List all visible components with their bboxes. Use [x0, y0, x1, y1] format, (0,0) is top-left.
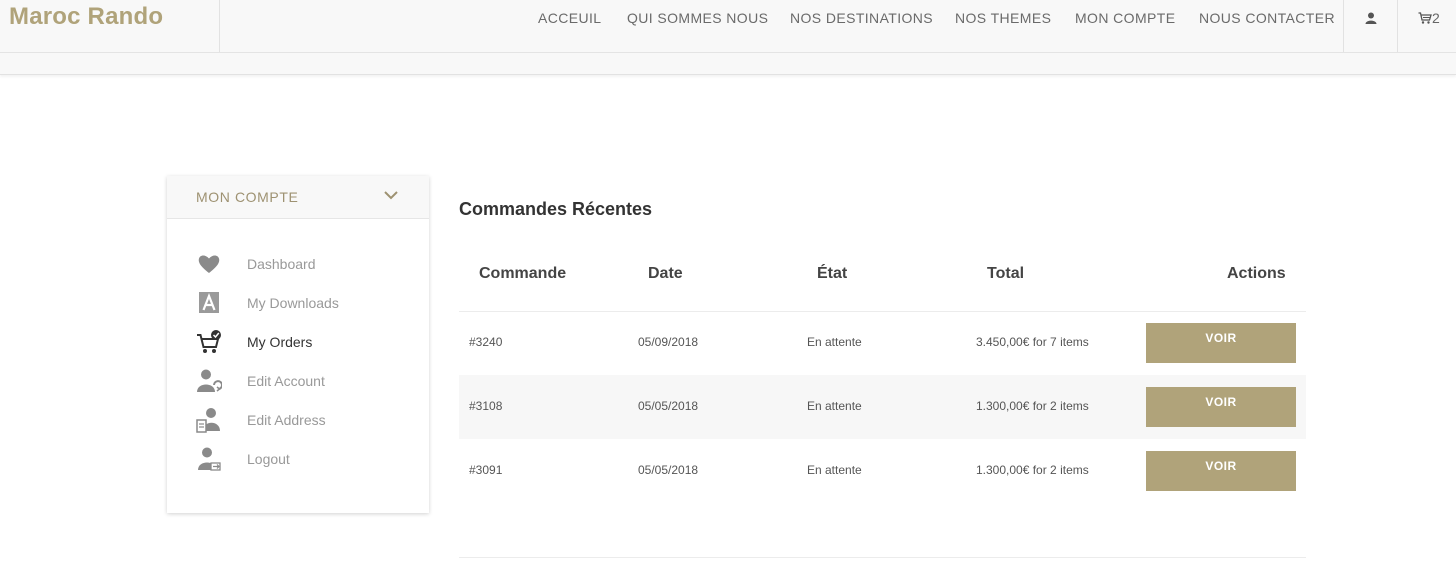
header-subbar: [0, 53, 1456, 75]
table-row: #3240 05/09/2018 En attente 3.450,00€ fo…: [459, 311, 1306, 375]
order-date: 05/05/2018: [638, 399, 699, 413]
column-header-date: Date: [648, 265, 683, 282]
sidebar-item-logout[interactable]: Logout: [167, 446, 429, 476]
sidebar-header[interactable]: MON COMPTE: [167, 176, 429, 219]
order-total: 3.450,00€ for 7 items: [976, 335, 1089, 349]
column-header-commande: Commande: [479, 265, 567, 282]
order-total: 1.300,00€ for 2 items: [976, 399, 1089, 413]
column-header-etat: État: [817, 265, 848, 282]
nav-acceuil[interactable]: ACCEUIL: [538, 10, 601, 26]
sidebar-item-label: Logout: [247, 451, 290, 467]
order-status: En attente: [807, 335, 862, 349]
nav-mon-compte[interactable]: MON COMPTE: [1075, 10, 1175, 26]
cart-icon: [1418, 12, 1432, 24]
sidebar-title: MON COMPTE: [196, 189, 299, 205]
nav-qui-sommes-nous[interactable]: QUI SOMMES NOUS: [627, 10, 768, 26]
order-date: 05/09/2018: [638, 335, 699, 349]
sidebar-item-orders[interactable]: My Orders: [167, 329, 429, 359]
order-date: 05/05/2018: [638, 463, 699, 477]
downloads-icon: [199, 292, 219, 313]
sidebar-item-label: My Downloads: [247, 295, 339, 311]
order-status: En attente: [807, 399, 862, 413]
sidebar-item-label: My Orders: [247, 334, 313, 350]
top-navbar: Maroc Rando ACCEUIL QUI SOMMES NOUS NOS …: [0, 0, 1456, 53]
order-number[interactable]: #3240: [469, 335, 502, 349]
sidebar-item-label: Dashboard: [247, 256, 316, 272]
sidebar-item-edit-account[interactable]: Edit Account: [167, 368, 429, 398]
cart-count-badge: 2: [1432, 10, 1440, 26]
sidebar-item-label: Edit Account: [247, 373, 325, 389]
user-button[interactable]: [1343, 0, 1398, 52]
nav-nos-destinations[interactable]: NOS DESTINATIONS: [790, 10, 933, 26]
heart-icon: [198, 255, 220, 273]
sidebar-item-edit-address[interactable]: Edit Address: [167, 407, 429, 437]
cart-button[interactable]: [1397, 0, 1456, 52]
edit-address-icon: [196, 408, 220, 433]
sidebar-item-label: Edit Address: [247, 412, 326, 428]
user-icon: [1365, 12, 1377, 24]
orders-title: Commandes Récentes: [459, 199, 653, 219]
table-row: #3091 05/05/2018 En attente 1.300,00€ fo…: [459, 439, 1306, 503]
account-sidebar: MON COMPTE Dashboard My Downloads My Ord…: [167, 176, 429, 513]
view-order-button[interactable]: VOIR: [1146, 387, 1296, 427]
column-header-total: Total: [987, 265, 1025, 282]
nav-nos-themes[interactable]: NOS THEMES: [955, 10, 1051, 26]
orders-cart-icon: [197, 330, 221, 353]
order-status: En attente: [807, 463, 862, 477]
brand-logo-link[interactable]: Maroc Rando: [9, 3, 163, 31]
brand-area: Maroc Rando: [0, 0, 220, 52]
edit-account-icon: [197, 369, 222, 392]
column-header-actions: Actions: [1227, 265, 1286, 282]
logout-icon: [198, 447, 221, 471]
table-row: #3108 05/05/2018 En attente 1.300,00€ fo…: [459, 375, 1306, 439]
sidebar-item-dashboard[interactable]: Dashboard: [167, 251, 429, 281]
nav-nous-contacter[interactable]: NOUS CONTACTER: [1199, 10, 1335, 26]
order-number[interactable]: #3108: [469, 399, 502, 413]
order-total: 1.300,00€ for 2 items: [976, 463, 1089, 477]
chevron-down-icon: [384, 191, 398, 200]
view-order-button[interactable]: VOIR: [1146, 323, 1296, 363]
table-bottom-divider: [459, 557, 1306, 558]
order-number[interactable]: #3091: [469, 463, 502, 477]
sidebar-item-downloads[interactable]: My Downloads: [167, 290, 429, 320]
view-order-button[interactable]: VOIR: [1146, 451, 1296, 491]
